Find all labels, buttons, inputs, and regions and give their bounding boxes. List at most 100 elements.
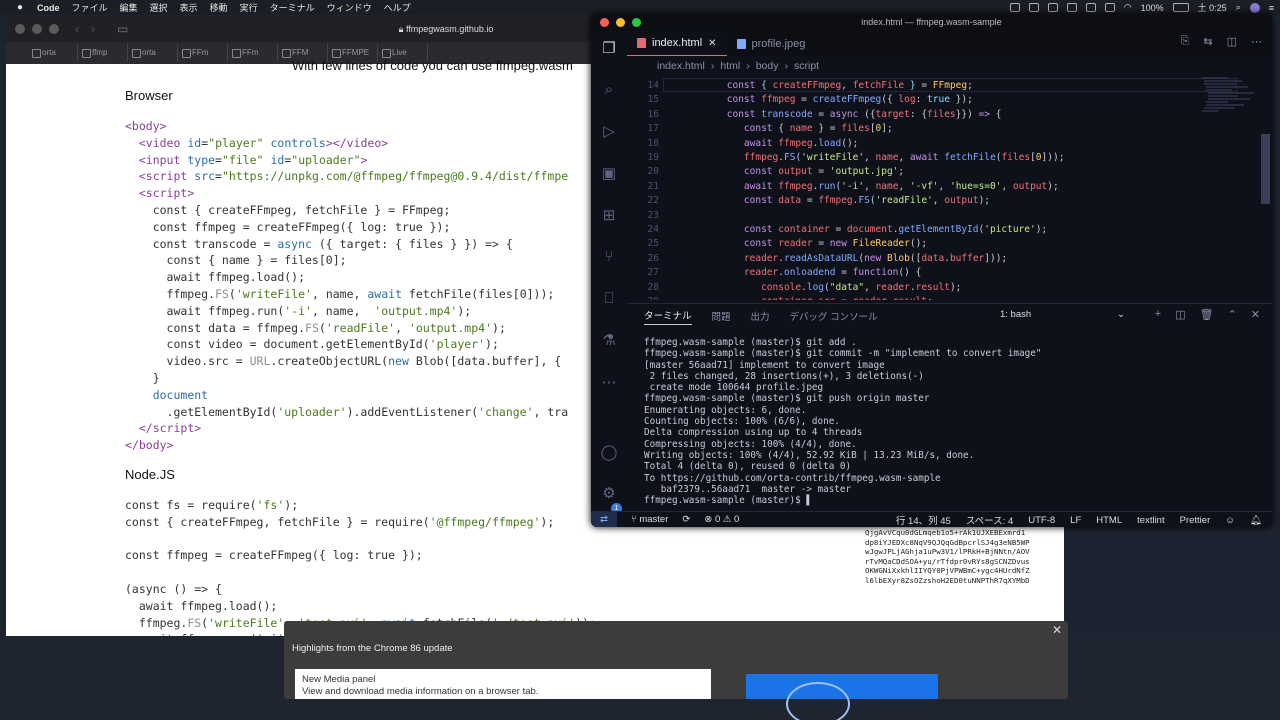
prettier-status[interactable]: Prettier [1180, 515, 1211, 526]
menu-go[interactable]: 移動 [210, 1, 228, 14]
breadcrumb-item[interactable]: script [794, 60, 819, 72]
settings-gear-icon[interactable]: ⚙ [600, 484, 618, 502]
more-actions-icon[interactable]: ⋯ [1251, 35, 1262, 48]
terminal-output[interactable]: ffmpeg.wasm-sample (master)$ git add . f… [644, 337, 1041, 506]
minimap[interactable] [1198, 76, 1258, 136]
clock[interactable]: 土 0:25 [1198, 1, 1227, 14]
editor-scrollbar-thumb[interactable] [1261, 134, 1270, 204]
window-controls [15, 24, 59, 34]
close-panel-icon[interactable]: ✕ [1251, 308, 1260, 321]
maximize-panel-icon[interactable]: ⌃ [1228, 308, 1237, 321]
close-icon[interactable]: ✕ [1052, 623, 1062, 637]
apple-icon[interactable]: ● [13, 2, 27, 13]
line-numbers: 14 15 16 17 18 19 20 21 22 23 24 25 26 2… [647, 80, 659, 300]
menu-app-name[interactable]: Code [37, 3, 60, 13]
browser-tab[interactable]: FFm [180, 44, 228, 62]
tray-icon[interactable] [1028, 3, 1039, 12]
menu-edit[interactable]: 編集 [120, 1, 138, 14]
browser-tab[interactable]: orta [130, 44, 178, 62]
menu-selection[interactable]: 選択 [150, 1, 168, 14]
extensions-icon[interactable]: ⊞ [600, 206, 618, 224]
menu-file[interactable]: ファイル [72, 1, 108, 14]
tab-debug-console[interactable]: デバッグ コンソール [790, 309, 878, 323]
battery-icon[interactable] [1172, 3, 1189, 12]
address-bar[interactable]: 🔒︎ ffmpegwasm.github.io [296, 21, 596, 38]
source-control-icon[interactable]: ⑂ [600, 247, 618, 265]
menubar: ● Code ファイル 編集 選択 表示 移動 実行 ターミナル ウィンドウ ヘ… [0, 0, 1280, 15]
tray-icon[interactable] [1104, 3, 1115, 12]
tab-profile-jpeg[interactable]: profile.jpeg [727, 31, 816, 56]
feedback-icon[interactable]: ☺ [1225, 515, 1235, 526]
breadcrumb-item[interactable]: html [720, 60, 740, 72]
trash-icon[interactable]: 🗑︎ [1200, 308, 1214, 321]
back-icon[interactable]: ‹ [75, 22, 79, 36]
open-preview-icon[interactable]: ⎘ [1181, 35, 1190, 48]
forward-icon[interactable]: › [91, 22, 95, 36]
menu-run[interactable]: 実行 [240, 1, 258, 14]
bell-icon[interactable]: 🔔︎ [1250, 515, 1262, 526]
spotlight-icon[interactable]: ⌕ [1236, 2, 1241, 13]
wifi-icon[interactable]: ◠ [1124, 2, 1132, 13]
sync-icon[interactable]: ⟳ [682, 514, 690, 525]
search-icon[interactable]: ⌕ [600, 80, 618, 98]
tab-label: index.html [652, 37, 703, 49]
bookmark-icon[interactable]: ⎕ [600, 289, 618, 307]
image-file-icon [736, 38, 746, 49]
tray-icon[interactable] [1047, 3, 1058, 12]
cursor-position[interactable]: 行 14、列 45 [896, 513, 951, 527]
tab-index-html[interactable]: index.html ✕ [627, 31, 727, 56]
tab-problems[interactable]: 問題 [712, 309, 731, 323]
terminal-selector-value: 1: bash [1000, 309, 1032, 320]
minimize-window-button[interactable] [32, 24, 42, 34]
test-icon[interactable]: ⚗ [600, 331, 618, 349]
control-center-icon[interactable]: ≡ [1269, 3, 1274, 13]
close-tab-icon[interactable]: ✕ [708, 38, 716, 49]
zoom-window-button[interactable] [49, 24, 59, 34]
code-editor[interactable]: 14 15 16 17 18 19 20 21 22 23 24 25 26 2… [627, 76, 1237, 300]
status-bar: ⇄ ⑂ master ⟳ ⊗ 0 ⚠ 0 行 14、列 45 スペース: 4 U… [591, 511, 1272, 527]
browser-tab[interactable]: orta [30, 44, 78, 62]
menu-window[interactable]: ウィンドウ [327, 1, 372, 14]
menu-terminal[interactable]: ターミナル [270, 1, 315, 14]
tab-output[interactable]: 出力 [751, 309, 770, 323]
close-window-button[interactable] [15, 24, 25, 34]
split-terminal-icon[interactable]: ◫ [1175, 308, 1185, 321]
account-icon[interactable]: ◯ [600, 443, 618, 461]
run-debug-icon[interactable]: ▷ [600, 122, 618, 140]
sidebar-icon[interactable]: ▭ [117, 22, 128, 36]
user-avatar-icon[interactable] [1249, 2, 1260, 13]
window-title: index.html — ffmpeg.wasm-sample [861, 17, 1002, 27]
end-of-line[interactable]: LF [1070, 515, 1081, 526]
menu-view[interactable]: 表示 [180, 1, 198, 14]
nodejs-heading: Node.JS [125, 467, 175, 482]
problems-indicator[interactable]: ⊗ 0 ⚠ 0 [704, 514, 739, 525]
source-code: const { createFFmpeg, fetchFile } = FFmp… [726, 80, 1065, 300]
more-icon[interactable]: ⋯ [600, 373, 618, 391]
browser-tab[interactable]: FFm [230, 44, 278, 62]
tray-icon[interactable] [1009, 3, 1020, 12]
vscode-window: index.html — ffmpeg.wasm-sample ❐ ⌕ ▷ ▣ … [591, 14, 1272, 527]
tab-label: profile.jpeg [751, 37, 806, 50]
split-editor-icon[interactable]: ◫ [1227, 35, 1237, 48]
terminal-selector[interactable]: 1: bash ⌄ [1000, 309, 1125, 320]
tab-terminal[interactable]: ターミナル [644, 308, 692, 325]
explorer-icon[interactable]: ❐ [600, 39, 618, 57]
compare-icon[interactable]: ⇆ [1203, 35, 1212, 48]
base64-text: QjgAvVCqu0dGLmqeb1o5+rAk1UJXEBExmrd1 dp8… [865, 528, 1030, 585]
remote-icon[interactable]: ⇄ [591, 511, 617, 527]
remote-explorer-icon[interactable]: ▣ [600, 164, 618, 182]
language-mode[interactable]: HTML [1096, 515, 1122, 526]
menu-help[interactable]: ヘルプ [384, 1, 411, 14]
indentation[interactable]: スペース: 4 [966, 513, 1013, 527]
battery-percent[interactable]: 100% [1141, 3, 1164, 13]
breadcrumb-item[interactable]: index.html [657, 60, 705, 72]
tray-icon[interactable] [1085, 3, 1096, 12]
encoding[interactable]: UTF-8 [1028, 515, 1055, 526]
branch-indicator[interactable]: ⑂ master [631, 514, 668, 525]
tray-icon[interactable] [1066, 3, 1077, 12]
add-terminal-icon[interactable]: + [1155, 308, 1161, 321]
update-card[interactable]: New Media panel View and download media … [295, 669, 711, 699]
breadcrumb-item[interactable]: body [756, 60, 779, 72]
browser-tab[interactable]: ffmp [80, 44, 128, 62]
textlint-status[interactable]: textlint [1137, 515, 1164, 526]
